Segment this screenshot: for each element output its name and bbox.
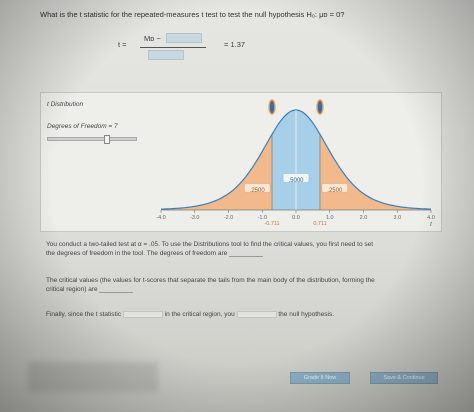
conclusion-text-b: in the critical region, you	[164, 311, 235, 318]
instruction-conclusion: Finally, since the t statistic in the cr…	[46, 310, 446, 319]
tick-label: -3.0	[190, 215, 199, 221]
right-area-label: .2500	[327, 188, 343, 194]
instruction-dof-line1: You conduct a two-tailed test at α = .05…	[46, 241, 374, 248]
center-area-label: .5000	[288, 178, 304, 184]
screen: What is the t statistic for the repeated…	[0, 0, 474, 412]
in-region-dropdown[interactable]	[122, 310, 163, 318]
instruction-dof: You conduct a two-tailed test at α = .05…	[46, 240, 446, 258]
t-label: t =	[118, 40, 127, 49]
dof-label: Degrees of Freedom = 7	[47, 123, 118, 130]
instruction-critical-line1: The critical values (the values for t-sc…	[46, 277, 375, 284]
dof-slider[interactable]	[47, 135, 137, 144]
numerator-input[interactable]	[166, 33, 202, 43]
tick-label: 2.0	[360, 215, 368, 221]
distribution-title: t Distribution	[47, 101, 84, 108]
tick-label: 0.0	[292, 215, 300, 221]
critical-value-right: 0.711	[313, 221, 326, 227]
tick-label: 1.0	[326, 215, 334, 221]
right-tail-area	[320, 134, 431, 210]
fraction-line	[140, 47, 206, 48]
left-area-label: .2500	[250, 188, 266, 194]
instruction-critical-line2: critical region) are	[46, 286, 98, 293]
conclusion-text-c: the null hypothesis.	[278, 311, 335, 318]
critical-value-left: -0.711	[264, 221, 279, 227]
dof-answer-input[interactable]	[229, 250, 264, 257]
tick-label: -2.0	[224, 215, 233, 221]
critical-handle-right[interactable]	[316, 99, 324, 115]
blurred-area	[28, 362, 158, 392]
left-tail-area	[161, 134, 272, 210]
t-formula: t = Mᴅ − = 1.37	[118, 32, 288, 62]
question-text: What is the t statistic for the repeated…	[40, 10, 345, 19]
instruction-dof-line2: the degrees of freedom in the tool. The …	[46, 250, 228, 257]
instruction-critical: The critical values (the values for t-sc…	[46, 276, 446, 294]
grade-it-now-button[interactable]: Grade It Now	[290, 372, 350, 384]
numerator-label: Mᴅ −	[144, 34, 161, 43]
conclusion-text-a: Finally, since the t statistic	[46, 311, 122, 318]
tick-label: -4.0	[156, 215, 165, 221]
axis-label: t	[430, 222, 432, 228]
save-continue-button[interactable]: Save & Continue	[370, 372, 438, 384]
denominator-input[interactable]	[148, 50, 184, 60]
critical-handle-left[interactable]	[268, 99, 276, 115]
dof-slider-handle[interactable]	[104, 135, 110, 144]
critical-values-dropdown[interactable]	[99, 286, 134, 293]
t-distribution-chart: -4.0 -3.0 -2.0 -1.0 0.0 1.0 2.0 3.0 4.0 .2500 .5…	[156, 99, 435, 228]
distribution-tool: t Distribution Degrees of Freedom = 7 -4…	[40, 92, 442, 232]
t-result: = 1.37	[224, 40, 246, 49]
tick-label: 3.0	[393, 215, 401, 221]
decision-dropdown[interactable]	[236, 310, 277, 318]
tick-label: 4.0	[427, 215, 435, 221]
tick-group: -4.0 -3.0 -2.0 -1.0 0.0 1.0 2.0 3.0 4.0	[156, 210, 435, 221]
